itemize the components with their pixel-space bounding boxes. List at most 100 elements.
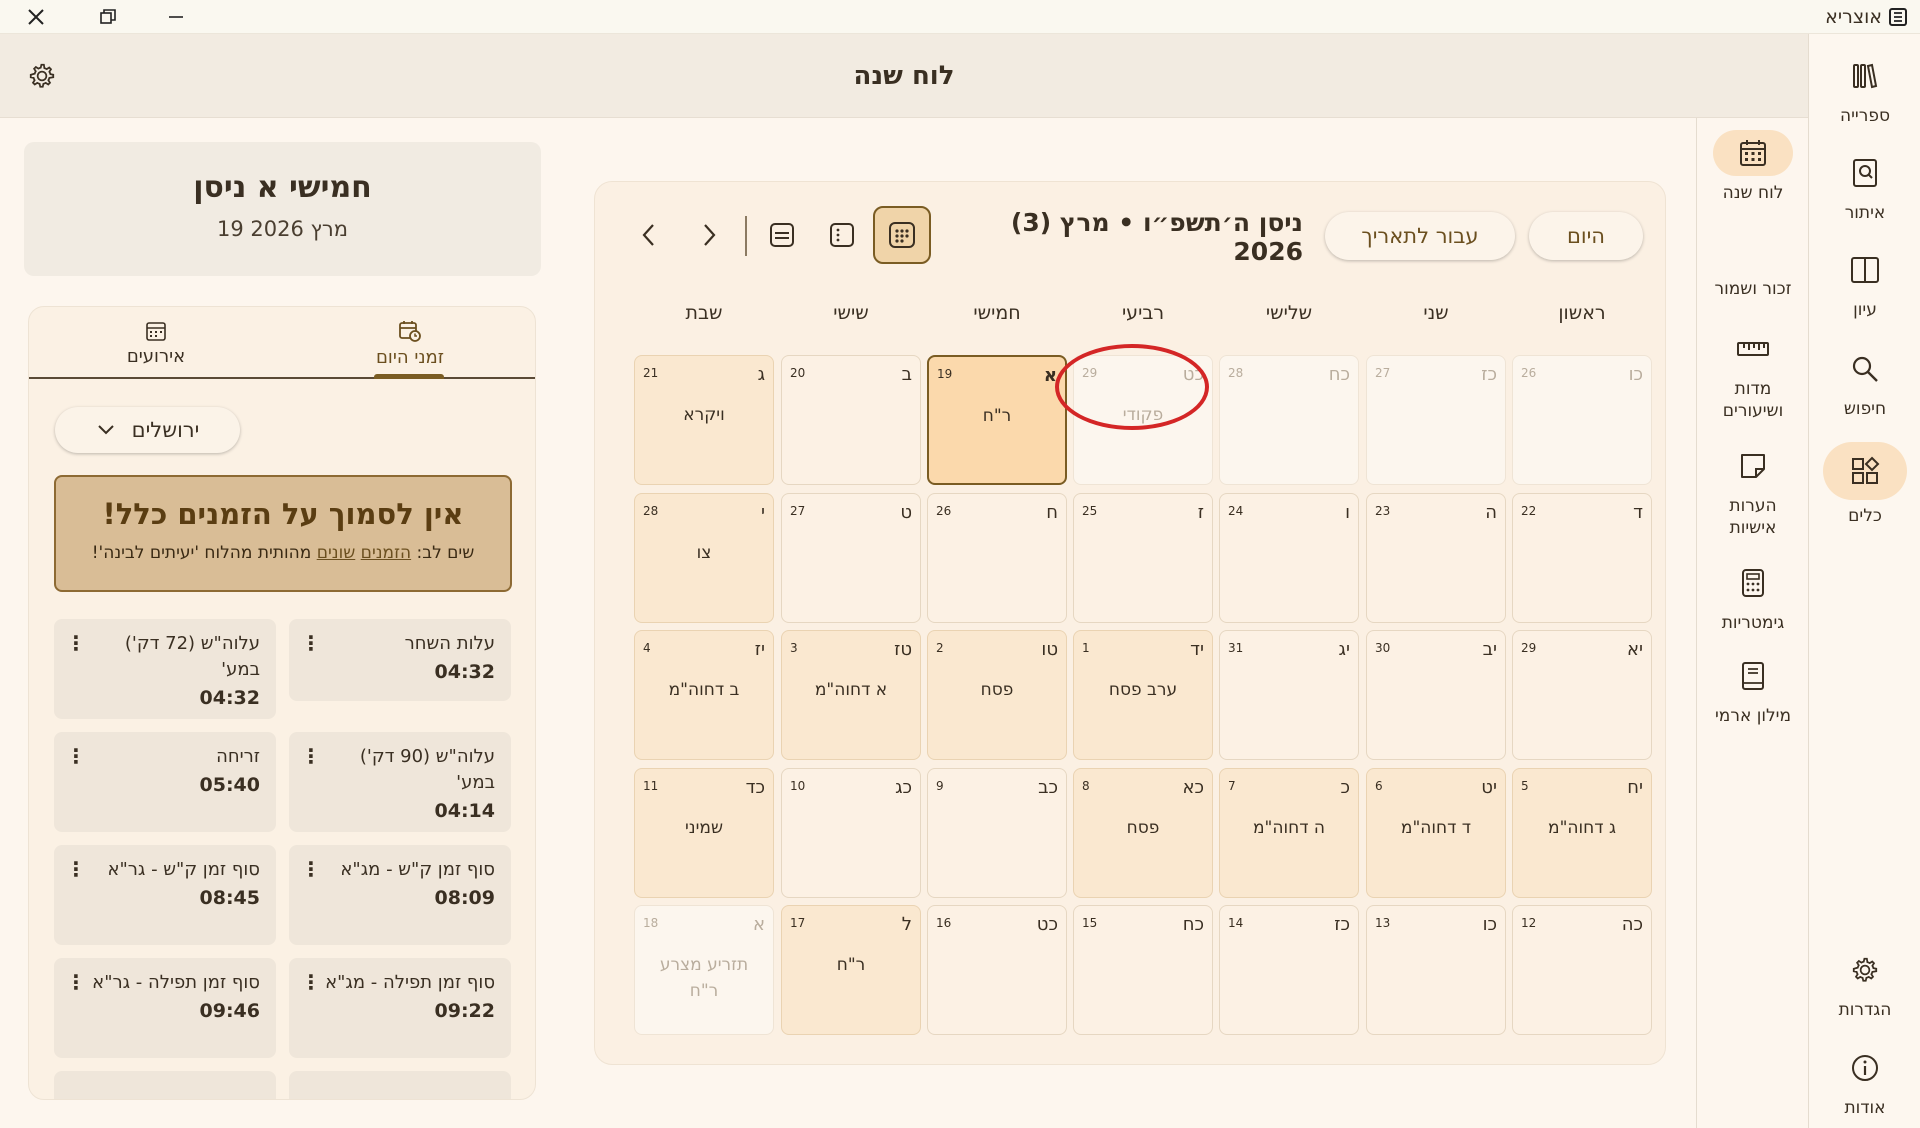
calendar-day-cell[interactable]: ב 20 xyxy=(781,355,921,485)
rail-item-tools[interactable]: כלים xyxy=(1809,442,1920,526)
zman-card-sunrise[interactable]: זריחה 05:40 ⋮ xyxy=(54,732,276,832)
calendar-day-cell[interactable]: כז 27 xyxy=(1366,355,1506,485)
tab-events[interactable]: אירועים xyxy=(29,307,283,379)
tool-item-notes[interactable]: הערות אישיות xyxy=(1697,443,1809,539)
calendar-day-cell[interactable]: א 18 תזריע מצרע ר"ח xyxy=(634,905,774,1035)
hebrew-day: טז xyxy=(894,639,912,660)
zman-card-shema-gra[interactable]: סוף זמן ק"ש - גר"א 08:45 ⋮ xyxy=(54,845,276,945)
more-options-icon[interactable]: ⋮ xyxy=(66,970,86,994)
selected-hebrew-date: חמישי א ניסן xyxy=(193,170,372,205)
hebrew-day: ט xyxy=(900,501,912,523)
calendar-day-cell[interactable]: כ 7 ה דחוה"מ xyxy=(1219,767,1359,898)
restore-window-button[interactable] xyxy=(78,0,138,34)
tool-item-aramaic-dictionary[interactable]: מילון ארמי xyxy=(1697,653,1809,727)
calendar-day-cell[interactable]: כה 12 xyxy=(1512,905,1652,1035)
close-window-button[interactable] xyxy=(6,0,66,34)
calendar-day-cell[interactable]: כט 29 פקודי xyxy=(1073,355,1213,485)
calendar-day-cell[interactable]: ד 22 xyxy=(1512,492,1652,623)
location-dropdown[interactable]: ירושלים xyxy=(55,407,240,453)
calendar-day-cell[interactable]: יא 29 xyxy=(1512,630,1652,760)
calendar-day-cell[interactable]: יג 31 xyxy=(1219,630,1359,760)
calendar-day-cell[interactable]: ל 17 ר"ח xyxy=(781,905,921,1035)
more-options-icon[interactable]: ⋮ xyxy=(66,744,86,768)
month-view-button[interactable] xyxy=(873,206,931,264)
tool-item-zachor[interactable]: זכור ושמור xyxy=(1697,278,1809,300)
calendar-day-cell[interactable]: ו 24 xyxy=(1219,492,1359,623)
calendar-day-cell[interactable]: ח 26 xyxy=(927,492,1067,623)
more-options-icon[interactable]: ⋮ xyxy=(301,970,321,994)
hebrew-day: יג xyxy=(1338,639,1350,660)
calendar-day-cell[interactable]: ה 23 xyxy=(1366,492,1506,623)
rail-item-reading[interactable]: עיון xyxy=(1809,246,1920,320)
calendar-day-cell[interactable]: כו 26 xyxy=(1512,355,1652,485)
calendar-day-cell[interactable]: כח 28 xyxy=(1219,355,1359,485)
zman-card-alot-90[interactable]: עלוה"ש (90 דק') במע' 04:14 ⋮ xyxy=(289,732,511,832)
zman-card-alot-hashachar[interactable]: עלות השחר 04:32 ⋮ xyxy=(289,619,511,701)
calendar-day-cell[interactable]: ט 27 xyxy=(781,492,921,623)
gregorian-day: 8 xyxy=(1082,778,1090,793)
active-tab-indicator xyxy=(374,374,444,379)
calendar-day-cell[interactable]: ג 21 ויקרא xyxy=(634,355,774,485)
zman-card-tefila-mga[interactable]: סוף זמן תפילה - מג"א 09:22 ⋮ xyxy=(289,958,511,1058)
calendar-day-cell[interactable]: א 19 ר"ח xyxy=(927,355,1067,485)
zman-card-shema-mga[interactable]: סוף זמן ק"ש - מג"א 08:09 ⋮ xyxy=(289,845,511,945)
calendar-day-cell[interactable]: טז 3 א דחוה"מ xyxy=(781,630,921,760)
week-view-button[interactable] xyxy=(813,206,871,264)
more-options-icon[interactable]: ⋮ xyxy=(301,744,321,768)
tool-item-calendar[interactable]: לוח שנה xyxy=(1697,130,1809,204)
warning-text: שים לב: xyxy=(411,543,475,563)
rail-item-library[interactable]: ספרייה xyxy=(1809,52,1920,126)
calendar-day-cell[interactable]: יד 1 ערב פסח xyxy=(1073,630,1213,760)
calendar-day-cell[interactable]: כח 15 xyxy=(1073,905,1213,1035)
calendar-day-cell[interactable]: כב 9 xyxy=(927,767,1067,898)
hebrew-day: יז xyxy=(754,639,765,660)
calendar-day-cell[interactable]: כד 11 שמיני xyxy=(634,767,774,898)
calendar-day-cell[interactable]: יב 30 xyxy=(1366,630,1506,760)
day-event-label: פסח xyxy=(980,680,1014,700)
hebrew-day: כז xyxy=(1334,914,1350,935)
rail-item-label: אודות xyxy=(1844,1098,1886,1118)
selected-date-card: חמישי א ניסן 19 מרץ 2026 xyxy=(24,142,541,276)
calendar-day-cell[interactable]: כט 16 xyxy=(927,905,1067,1035)
goto-date-button[interactable]: עבור לתאריך xyxy=(1325,212,1515,260)
next-month-button[interactable] xyxy=(687,210,731,260)
calendar-day-cell[interactable]: יז 4 ב דחוה"מ xyxy=(634,630,774,760)
day-view-button[interactable] xyxy=(753,206,811,264)
zman-time: 04:32 xyxy=(434,661,495,683)
previous-month-button[interactable] xyxy=(627,210,671,260)
today-button[interactable]: היום xyxy=(1529,212,1643,260)
calendar-day-cell[interactable]: כג 10 xyxy=(781,767,921,898)
tool-item-measures[interactable]: מדות ושיעורים xyxy=(1697,326,1809,422)
more-options-icon[interactable]: ⋮ xyxy=(301,857,321,881)
calendar-day-cell[interactable]: ז 25 xyxy=(1073,492,1213,623)
more-options-icon[interactable]: ⋮ xyxy=(66,631,86,655)
calendar-day-cell[interactable]: כא 8 פסח xyxy=(1073,767,1213,898)
rail-item-settings[interactable]: הגדרות xyxy=(1809,946,1920,1020)
calendar-day-cell[interactable]: יט 6 ד דחוה"מ xyxy=(1366,767,1506,898)
gregorian-day: 28 xyxy=(643,503,659,518)
zman-card-alot-72[interactable]: עלוה"ש (72 דק') במע' 04:32 ⋮ xyxy=(54,619,276,719)
hebrew-day: כח xyxy=(1328,364,1350,385)
gregorian-day: 27 xyxy=(790,503,806,518)
more-options-icon[interactable]: ⋮ xyxy=(66,857,86,881)
warning-link-different[interactable]: שונים xyxy=(317,543,356,563)
calendar-day-cell[interactable]: טו 2 פסח xyxy=(927,630,1067,760)
calendar-day-cell[interactable]: כז 14 xyxy=(1219,905,1359,1035)
day-name-6: שבת xyxy=(685,302,723,324)
tab-daily-times[interactable]: זמני היום xyxy=(283,307,535,379)
tool-item-gematria[interactable]: גימטריות xyxy=(1697,560,1809,634)
more-options-icon[interactable]: ⋮ xyxy=(301,631,321,655)
zman-card-partial[interactable] xyxy=(289,1071,511,1099)
rail-item-find[interactable]: איתור xyxy=(1809,149,1920,223)
rail-item-search[interactable]: חיפוש xyxy=(1809,345,1920,419)
calendar-day-cell[interactable]: י 28 צו xyxy=(634,492,774,623)
calendar-day-cell[interactable]: יח 5 ג דחוה"מ xyxy=(1512,767,1652,898)
gregorian-day: 28 xyxy=(1228,366,1244,380)
calendar-day-cell[interactable]: כו 13 xyxy=(1366,905,1506,1035)
zman-card-tefila-gra[interactable]: סוף זמן תפילה - גר"א 09:46 ⋮ xyxy=(54,958,276,1058)
calendar-settings-button[interactable] xyxy=(22,56,62,96)
zman-card-partial[interactable] xyxy=(54,1071,276,1099)
minimize-window-button[interactable] xyxy=(146,0,206,34)
rail-item-about[interactable]: אודות xyxy=(1809,1044,1920,1118)
warning-link-times[interactable]: הזמנים xyxy=(361,543,411,563)
